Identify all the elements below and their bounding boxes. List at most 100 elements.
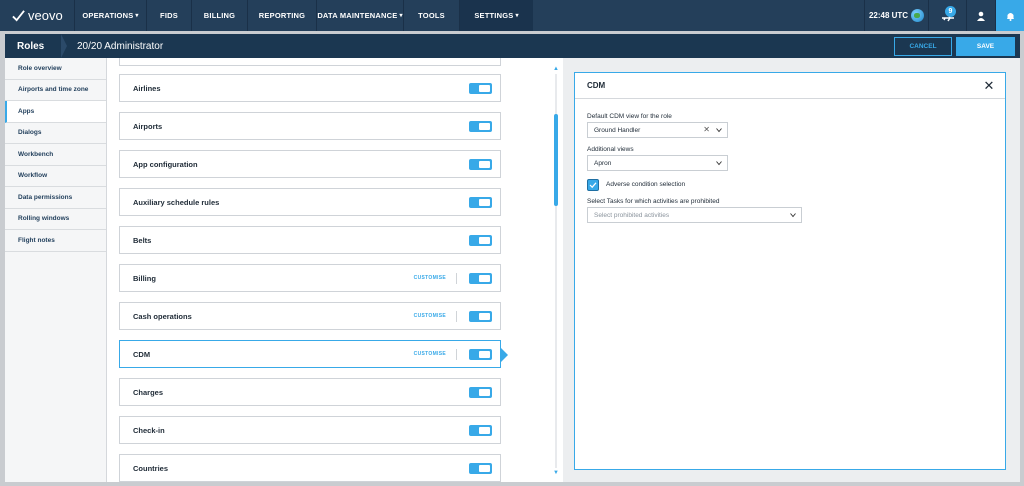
selection-arrow-icon: [501, 348, 508, 362]
notifications-button[interactable]: [995, 0, 1024, 31]
scroll-up-icon[interactable]: ▲: [553, 66, 559, 72]
scroll-down-icon[interactable]: ▼: [553, 470, 559, 476]
prohibited-tasks-label: Select Tasks for which activities are pr…: [587, 198, 720, 205]
app-name: Cash operations: [133, 311, 192, 321]
cancel-button[interactable]: CANCEL: [894, 36, 952, 56]
app-name: App configuration: [133, 159, 198, 169]
app-name: CDM: [133, 349, 151, 359]
adverse-condition-checkbox[interactable]: [587, 179, 599, 191]
sidebar-item-dialogs[interactable]: Dialogs: [5, 123, 106, 144]
app-card-belts[interactable]: Belts: [119, 226, 501, 254]
customise-link[interactable]: CUSTOMISE: [414, 275, 446, 281]
top-nav: veovo OPERATIONS ▾ FIDS BILLING REPORTING…: [0, 0, 1024, 31]
breadcrumb-roles[interactable]: Roles: [5, 34, 67, 58]
app-card-cdm[interactable]: CDM CUSTOMISE: [119, 340, 501, 368]
app-card-billing[interactable]: Billing CUSTOMISE: [119, 264, 501, 292]
app-toggle[interactable]: [469, 82, 492, 94]
globe-icon: [911, 9, 925, 22]
user-button[interactable]: [966, 0, 995, 31]
app-name: Airlines: [133, 83, 161, 93]
nav-operations-label: OPERATIONS: [82, 11, 134, 20]
nav-billing[interactable]: BILLING: [191, 0, 247, 31]
caret-down-icon: ▾: [515, 13, 519, 19]
notification-badge: 9: [945, 6, 956, 17]
nav-tools[interactable]: TOOLS: [403, 0, 459, 31]
app-name: Billing: [133, 273, 156, 283]
sidebar-item-role-overview[interactable]: Role overview: [5, 58, 106, 80]
veovo-logo-icon: [12, 10, 25, 22]
app-toggle[interactable]: [469, 120, 492, 132]
divider: [456, 272, 457, 284]
additional-views-value: Apron: [594, 159, 612, 167]
panel-title: CDM: [587, 81, 606, 90]
nav-data-maintenance[interactable]: DATA MAINTENANCE ▾: [316, 0, 403, 31]
settings-sidebar: Role overview Airports and time zone App…: [5, 58, 107, 482]
app-toggle[interactable]: [469, 234, 492, 246]
sidebar-item-airports-time-zone[interactable]: Airports and time zone: [5, 80, 106, 101]
app-card[interactable]: [119, 58, 501, 66]
customise-link[interactable]: CUSTOMISE: [414, 351, 446, 357]
brand-name: veovo: [28, 8, 63, 23]
default-view-value: Ground Handler: [594, 126, 641, 134]
app-card-check-in[interactable]: Check-in: [119, 416, 501, 444]
app-card-countries[interactable]: Countries: [119, 454, 501, 482]
app-name: Countries: [133, 463, 169, 473]
app-name: Charges: [133, 387, 164, 397]
nav-fids[interactable]: FIDS: [146, 0, 191, 31]
additional-views-select[interactable]: Apron: [587, 155, 728, 171]
app-card-cash-operations[interactable]: Cash operations CUSTOMISE: [119, 302, 501, 330]
sidebar-item-rolling-windows[interactable]: Rolling windows: [5, 209, 106, 230]
nav-reporting[interactable]: REPORTING: [247, 0, 316, 31]
additional-views-label: Additional views: [587, 146, 634, 153]
app-name: Belts: [133, 235, 152, 245]
app-toggle[interactable]: [469, 348, 492, 360]
chevron-down-icon: [716, 161, 722, 166]
prohibited-activities-placeholder: Select prohibited activities: [594, 211, 670, 219]
clear-icon[interactable]: ✕: [703, 126, 710, 134]
clock-display[interactable]: 22:48 UTC: [864, 0, 928, 31]
scrollbar-thumb[interactable]: [554, 114, 558, 206]
prohibited-activities-select[interactable]: Select prohibited activities: [587, 207, 802, 223]
nav-billing-label: BILLING: [203, 11, 236, 20]
apps-scrollbar[interactable]: ▲ ▼: [553, 66, 559, 476]
sidebar-item-workflow[interactable]: Workflow: [5, 166, 106, 187]
panel-header: CDM ✕: [575, 73, 1005, 99]
sidebar-item-apps[interactable]: Apps: [5, 101, 106, 123]
divider: [456, 310, 457, 322]
default-view-label: Default CDM view for the role: [587, 113, 672, 120]
bell-icon: [1006, 12, 1014, 21]
nav-operations[interactable]: OPERATIONS ▾: [74, 0, 146, 31]
adverse-condition-label: Adverse condition selection: [606, 181, 686, 188]
app-toggle[interactable]: [469, 272, 492, 284]
flight-alerts-button[interactable]: 9: [928, 0, 966, 31]
chevron-down-icon: [790, 213, 796, 218]
divider: [456, 348, 457, 360]
app-toggle[interactable]: [469, 424, 492, 436]
utc-time: 22:48 UTC: [868, 11, 909, 20]
nav-settings[interactable]: SETTINGS ▾: [459, 0, 533, 31]
brand-logo[interactable]: veovo: [0, 0, 74, 31]
app-card-airlines[interactable]: Airlines: [119, 74, 501, 102]
sidebar-item-workbench[interactable]: Workbench: [5, 144, 106, 166]
app-toggle[interactable]: [469, 196, 492, 208]
app-card-auxiliary-schedule-rules[interactable]: Auxiliary schedule rules: [119, 188, 501, 216]
app-card-app-configuration[interactable]: App configuration: [119, 150, 501, 178]
chevron-down-icon: [716, 128, 722, 133]
app-card-airports[interactable]: Airports: [119, 112, 501, 140]
default-view-select[interactable]: Ground Handler ✕: [587, 122, 728, 138]
page-header: Roles 20/20 Administrator CANCEL SAVE: [5, 34, 1020, 58]
app-toggle[interactable]: [469, 158, 492, 170]
save-button[interactable]: SAVE: [956, 36, 1015, 56]
app-name: Check-in: [133, 425, 165, 435]
nav-tools-label: TOOLS: [418, 11, 445, 20]
app-card-charges[interactable]: Charges: [119, 378, 501, 406]
app-toggle[interactable]: [469, 310, 492, 322]
app-toggle[interactable]: [469, 386, 492, 398]
nav-fids-label: FIDS: [160, 11, 178, 20]
sidebar-item-flight-notes[interactable]: Flight notes: [5, 230, 106, 252]
sidebar-item-data-permissions[interactable]: Data permissions: [5, 187, 106, 209]
customise-link[interactable]: CUSTOMISE: [414, 313, 446, 319]
app-toggle[interactable]: [469, 462, 492, 474]
close-icon[interactable]: ✕: [977, 74, 1001, 98]
